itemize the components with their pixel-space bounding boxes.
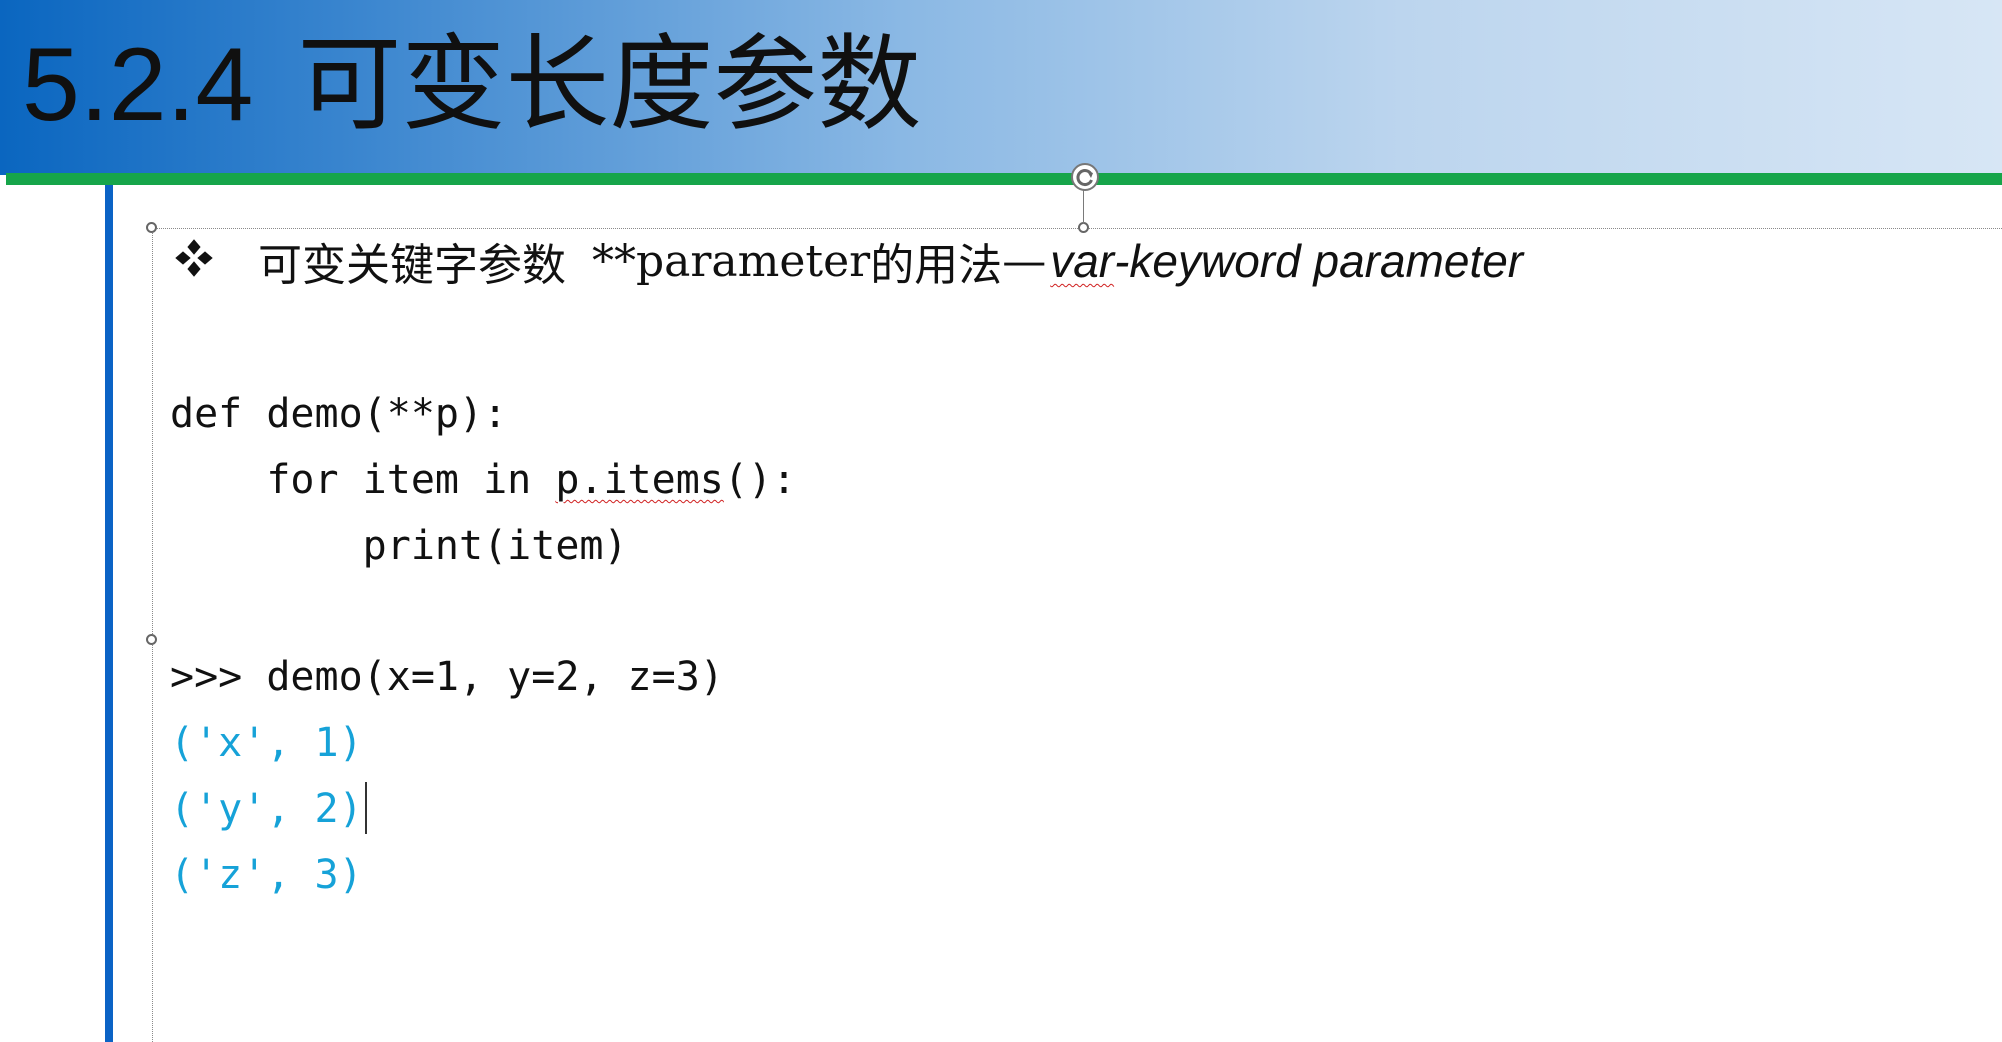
blue-side-rule [105,185,113,1042]
heading-dash: — [1002,235,1047,287]
rotate-handle-stem [1083,188,1084,224]
slide-title-text: 可变长度参数 [297,27,922,143]
code-output[interactable]: ('x', 1) ('y', 2) ('z', 3) [170,710,363,908]
heading-chinese-text: 可变关键字参数 [258,240,566,291]
spellcheck-flagged-code: p.items [555,457,724,503]
title-bar: 5.2.4 可变长度参数 [0,0,2002,175]
slide-title-number: 5.2.4 [22,27,254,143]
resize-handle-top-left[interactable] [146,222,157,233]
spellcheck-flagged-word: var [1050,235,1115,287]
four-diamond-bullet-icon [175,239,213,277]
heading-suffix-text: 的用法 [870,240,1003,291]
slide-title[interactable]: 5.2.4 可变长度参数 [22,20,921,150]
code-call[interactable]: >>> demo(x=1, y=2, z=3) [170,644,724,710]
code-line: (): [723,457,797,503]
code-line: for item in [266,457,556,503]
green-divider [6,173,2002,185]
bullet-heading[interactable]: 可变关键字参数 **parameter 的用法 — var -keyword pa… [172,228,1523,294]
code-line: def demo(**p): [170,391,508,437]
code-call-line: >>> demo(x=1, y=2, z=3) [170,654,724,700]
heading-code-text: **parameter [592,235,871,287]
code-definition[interactable]: def demo(**p): for item in p.items(): pr… [170,381,796,579]
code-line: print(item) [170,523,628,569]
rotate-icon[interactable] [1070,162,1100,192]
output-line: ('y', 2) [170,786,363,832]
output-line: ('z', 3) [170,852,363,898]
resize-handle-middle-left[interactable] [146,634,157,645]
heading-italic-text: -keyword parameter [1114,235,1524,287]
text-cursor [365,782,367,834]
output-line: ('x', 1) [170,720,363,766]
